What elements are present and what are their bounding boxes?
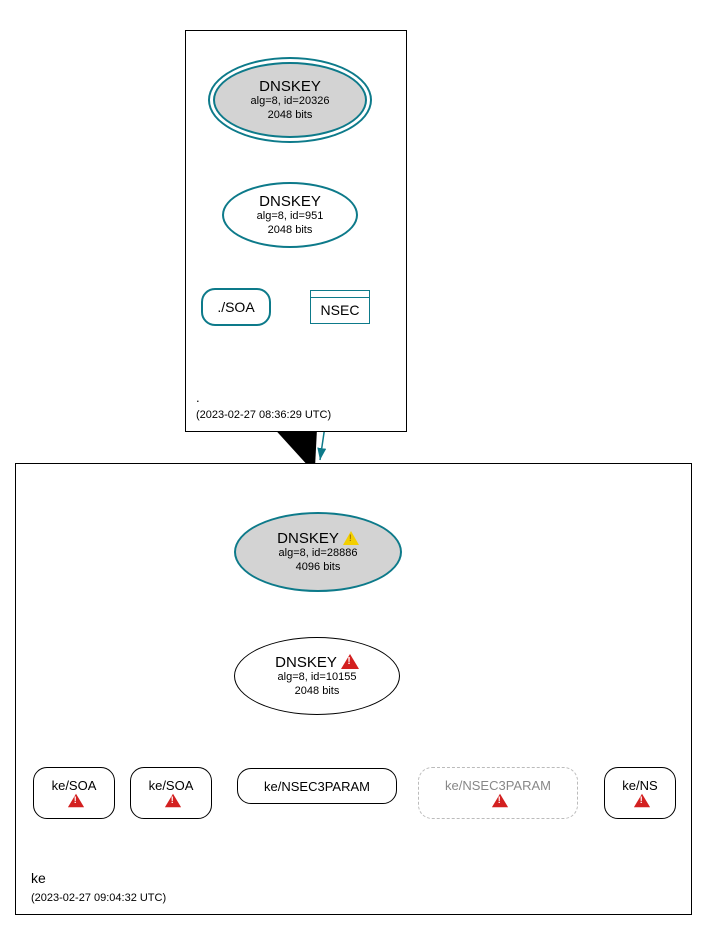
- error-icon: [492, 794, 508, 808]
- root-zsk-alg: alg=8, id=951: [257, 210, 324, 223]
- root-nsec-label: NSEC: [321, 302, 360, 318]
- ke-ksk-bits: 4096 bits: [296, 561, 341, 574]
- ke-ksk-alg: alg=8, id=28886: [279, 547, 358, 560]
- ke-soa2-label: ke/SOA: [149, 778, 194, 793]
- ke-ns-node: ke/NS: [604, 767, 676, 819]
- root-zsk-node: DNSKEY alg=8, id=951 2048 bits: [222, 182, 358, 248]
- root-zsk-title: DNSKEY: [259, 193, 321, 210]
- ke-zsk-node: DNSKEY alg=8, id=10155 2048 bits: [234, 637, 400, 715]
- ke-zsk-bits: 2048 bits: [295, 685, 340, 698]
- root-ksk-alg: alg=8, id=20326: [251, 95, 330, 108]
- root-soa-label: ./SOA: [217, 299, 254, 315]
- root-ksk-node: DNSKEY alg=8, id=20326 2048 bits: [213, 62, 367, 138]
- ke-n3p2-node: ke/NSEC3PARAM: [418, 767, 578, 819]
- ke-n3p1-label: ke/NSEC3PARAM: [264, 779, 370, 794]
- root-ksk-title: DNSKEY: [259, 78, 321, 95]
- root-zsk-bits: 2048 bits: [268, 224, 313, 237]
- zone-root-name: .: [196, 390, 200, 405]
- ke-soa1-label: ke/SOA: [52, 778, 97, 793]
- ke-n3p2-label: ke/NSEC3PARAM: [445, 778, 551, 793]
- zone-root-timestamp: (2023-02-27 08:36:29 UTC): [196, 409, 331, 421]
- ke-zsk-title: DNSKEY: [275, 654, 359, 671]
- root-ksk-bits: 2048 bits: [268, 109, 313, 122]
- ke-ksk-node: DNSKEY alg=8, id=28886 4096 bits: [234, 512, 402, 592]
- ke-zsk-alg: alg=8, id=10155: [278, 671, 357, 684]
- error-icon: [68, 794, 84, 808]
- root-nsec-node: NSEC: [310, 290, 370, 324]
- ke-soa1-node: ke/SOA: [33, 767, 115, 819]
- error-icon: [634, 794, 650, 808]
- zone-ke-timestamp: (2023-02-27 09:04:32 UTC): [31, 892, 166, 904]
- warning-icon: [343, 531, 359, 545]
- zone-ke-name: ke: [31, 870, 46, 886]
- ke-soa2-node: ke/SOA: [130, 767, 212, 819]
- ke-ksk-title: DNSKEY: [277, 530, 359, 547]
- error-icon: [341, 654, 359, 669]
- error-icon: [165, 794, 181, 808]
- ke-ns-label: ke/NS: [622, 778, 657, 793]
- ke-n3p1-node: ke/NSEC3PARAM: [237, 768, 397, 804]
- root-soa-node: ./SOA: [201, 288, 271, 326]
